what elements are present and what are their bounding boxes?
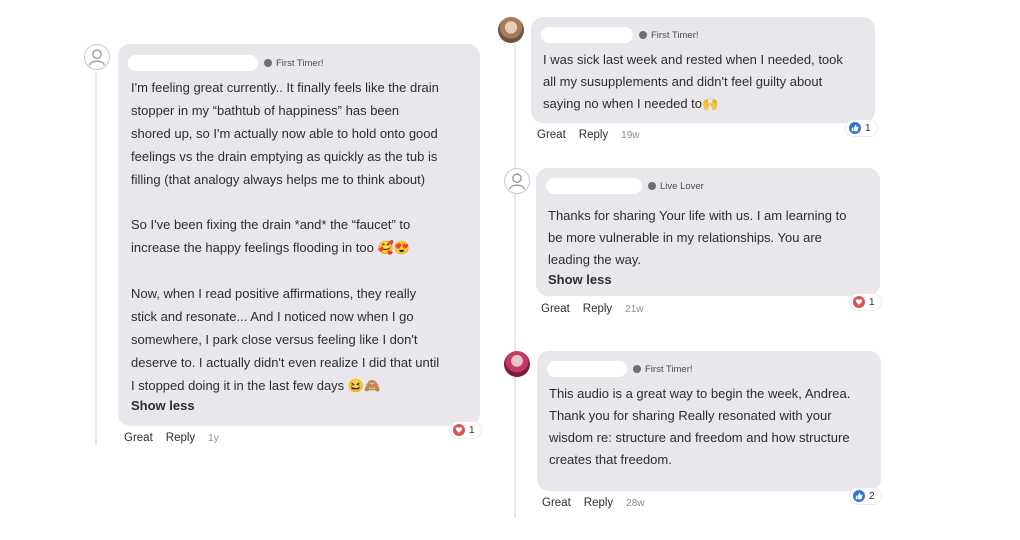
heart-icon — [453, 424, 465, 436]
avatar[interactable] — [504, 351, 530, 377]
reply-button[interactable]: Reply — [583, 303, 612, 315]
comment-paragraph: Now, when I read positive affirmations, … — [131, 286, 440, 393]
reply-button[interactable]: Reply — [579, 129, 608, 141]
comment-paragraph: Thanks for sharing Your life with us. I … — [548, 208, 847, 267]
comment-bubble: First Timer! I'm feeling great currently… — [118, 44, 480, 426]
reaction-count[interactable]: 1 — [450, 422, 481, 438]
comment-paragraph: I'm feeling great currently.. It finally… — [131, 80, 439, 187]
thread-line — [514, 44, 516, 518]
badge-icon — [264, 59, 272, 67]
timestamp: 1y — [208, 432, 219, 444]
badge-icon — [639, 31, 647, 39]
badge-icon — [648, 182, 656, 190]
reaction-count[interactable]: 1 — [850, 294, 881, 310]
author-name[interactable] — [128, 55, 258, 71]
great-button[interactable]: Great — [542, 497, 571, 509]
comment-actions: Great Reply 1y — [124, 432, 219, 444]
show-less-link[interactable]: Show less — [131, 398, 195, 413]
timestamp: 21w — [625, 303, 644, 315]
badge-icon — [633, 365, 641, 373]
user-icon — [88, 49, 106, 66]
comment-paragraph: So I've been fixing the drain *and* the … — [131, 217, 411, 255]
great-button[interactable]: Great — [537, 129, 566, 141]
thumbs-up-icon — [853, 490, 865, 502]
user-icon — [508, 173, 526, 190]
member-badge: Live Lover — [648, 181, 704, 192]
author-name[interactable] — [547, 361, 627, 377]
comment-bubble: First Timer! I was sick last week and re… — [531, 17, 875, 123]
show-less-link[interactable]: Show less — [548, 272, 612, 287]
reaction-count[interactable]: 1 — [846, 120, 877, 136]
comment-actions: Great Reply 28w — [542, 497, 645, 509]
member-badge: First Timer! — [633, 364, 693, 375]
heart-icon — [853, 296, 865, 308]
thumbs-up-icon — [849, 122, 861, 134]
author-name[interactable] — [541, 27, 633, 43]
timestamp: 19w — [621, 129, 640, 141]
reply-button[interactable]: Reply — [166, 432, 195, 444]
comment-bubble: Live Lover Thanks for sharing Your life … — [536, 168, 880, 296]
great-button[interactable]: Great — [124, 432, 153, 444]
comment-paragraph: I was sick last week and rested when I n… — [543, 52, 843, 111]
timestamp: 28w — [626, 497, 645, 509]
thread-line — [95, 72, 97, 444]
author-name[interactable] — [546, 178, 642, 194]
reply-button[interactable]: Reply — [584, 497, 613, 509]
great-button[interactable]: Great — [541, 303, 570, 315]
avatar[interactable] — [498, 17, 524, 43]
avatar[interactable] — [84, 44, 110, 70]
member-badge: First Timer! — [639, 30, 699, 41]
comment-paragraph: This audio is a great way to begin the w… — [549, 386, 851, 467]
avatar[interactable] — [504, 168, 530, 194]
comment-actions: Great Reply 19w — [537, 129, 640, 141]
member-badge: First Timer! — [264, 58, 324, 69]
comment-bubble: First Timer! This audio is a great way t… — [537, 351, 881, 491]
reaction-count[interactable]: 2 — [850, 488, 881, 504]
comment-actions: Great Reply 21w — [541, 303, 644, 315]
